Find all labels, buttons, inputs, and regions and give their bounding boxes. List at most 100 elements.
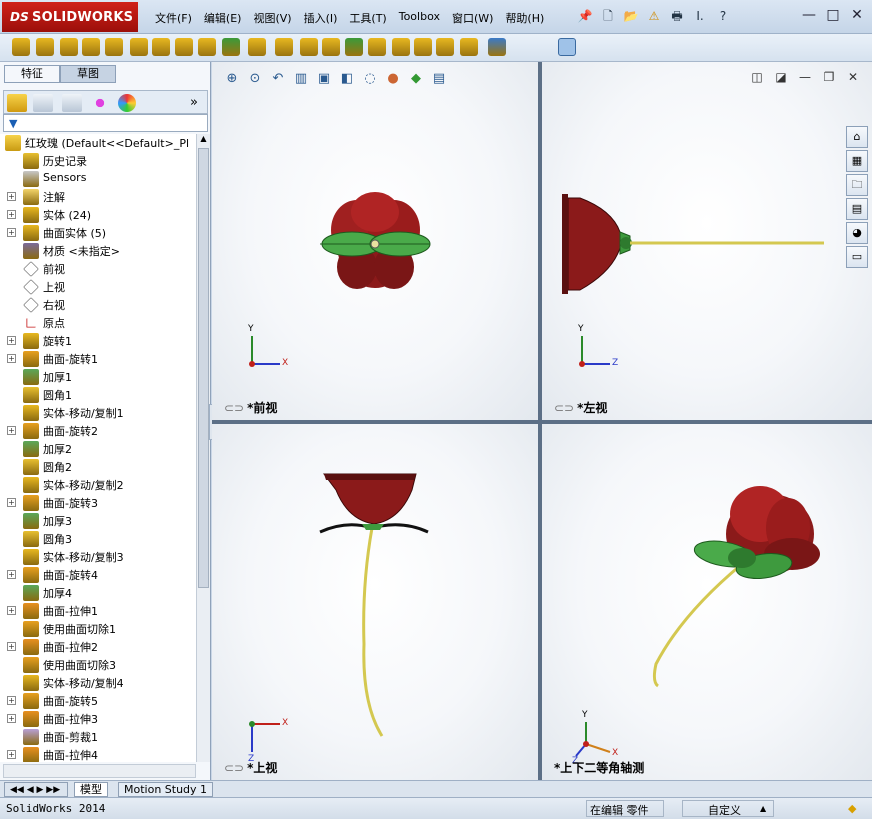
- tree-item[interactable]: + 曲面-拉伸2: [0, 638, 196, 656]
- viewport-link-icon[interactable]: ◪: [774, 70, 788, 84]
- tree-item[interactable]: 加厚1: [0, 368, 196, 386]
- curves-icon[interactable]: [436, 38, 454, 56]
- tree-item[interactable]: + 曲面-旋转1: [0, 350, 196, 368]
- tab-motion-study[interactable]: Motion Study 1: [118, 782, 214, 797]
- appearances-icon[interactable]: ◕: [846, 222, 868, 244]
- menu-help[interactable]: 帮助(H): [500, 8, 549, 28]
- tree-item[interactable]: 历史记录: [0, 152, 196, 170]
- tree-item[interactable]: + 曲面-拉伸4: [0, 746, 196, 762]
- pin-icon[interactable]: 📌: [575, 6, 595, 26]
- expand-icon[interactable]: +: [7, 210, 16, 219]
- print-icon[interactable]: 🖶: [667, 6, 687, 26]
- tree-item[interactable]: 实体-移动/复制1: [0, 404, 196, 422]
- view-orientation-icon[interactable]: ▣: [314, 70, 334, 88]
- property-manager-icon[interactable]: [33, 94, 53, 112]
- tree-root[interactable]: 红玫瑰 (Default<<Default>_Pl: [0, 134, 196, 152]
- chevron-right-icon[interactable]: »: [190, 94, 210, 112]
- section-view-icon[interactable]: ▥: [291, 70, 311, 88]
- hide-show-items-icon[interactable]: ◌: [360, 70, 380, 88]
- tree-vertical-scrollbar[interactable]: ▲: [196, 134, 210, 762]
- filter-input[interactable]: ▼: [3, 114, 208, 132]
- menu-view[interactable]: 视图(V): [248, 8, 296, 28]
- tree-item[interactable]: 实体-移动/复制4: [0, 674, 196, 692]
- mirror-icon[interactable]: [392, 38, 410, 56]
- expand-icon[interactable]: +: [7, 228, 16, 237]
- tab-features[interactable]: 特征: [4, 65, 60, 83]
- scroll-up-icon[interactable]: ▲: [197, 134, 210, 146]
- lofted-boss-icon[interactable]: [82, 38, 100, 56]
- viewport-isometric[interactable]: Y X Z *上下二等角轴测: [542, 424, 872, 780]
- tree-item[interactable]: 实体-移动/复制2: [0, 476, 196, 494]
- reference-geometry-icon[interactable]: [414, 38, 432, 56]
- viewport-restore-icon[interactable]: ❐: [822, 70, 836, 84]
- configuration-manager-icon[interactable]: [62, 94, 82, 112]
- tree-item[interactable]: 圆角3: [0, 530, 196, 548]
- expand-icon[interactable]: +: [7, 426, 16, 435]
- dimxpert-icon[interactable]: [90, 94, 110, 112]
- expand-icon[interactable]: +: [7, 642, 16, 651]
- edit-appearance-icon[interactable]: ●: [383, 70, 403, 88]
- boundary-boss-icon[interactable]: [105, 38, 123, 56]
- expand-icon[interactable]: +: [7, 336, 16, 345]
- tree-item[interactable]: 上视: [0, 278, 196, 296]
- swept-boss-icon[interactable]: [60, 38, 78, 56]
- tree-item[interactable]: + 曲面-旋转2: [0, 422, 196, 440]
- menu-insert[interactable]: 插入(I): [299, 8, 343, 28]
- zoom-to-area-icon[interactable]: ⊙: [245, 70, 265, 88]
- tree-item[interactable]: + 实体 (24): [0, 206, 196, 224]
- expand-icon[interactable]: +: [7, 750, 16, 759]
- viewport-left[interactable]: Y Z ⊂⊃ *左视: [542, 62, 872, 420]
- expand-icon[interactable]: +: [7, 498, 16, 507]
- tab-model[interactable]: 模型: [74, 782, 108, 797]
- viewport-top[interactable]: X Z ⊂⊃ *上视: [212, 424, 538, 780]
- tree-item[interactable]: 右视: [0, 296, 196, 314]
- rib-icon[interactable]: [275, 38, 293, 56]
- help-icon[interactable]: ?: [713, 6, 733, 26]
- lofted-cut-icon[interactable]: [198, 38, 216, 56]
- scroll-tabs-icon[interactable]: ◀◀ ◀ ▶ ▶▶: [4, 782, 68, 797]
- viewport-front[interactable]: Y X ⊂⊃ *前视: [212, 62, 538, 420]
- menu-file[interactable]: 文件(F): [150, 8, 197, 28]
- menu-toolbox[interactable]: Toolbox: [394, 8, 445, 28]
- tree-item[interactable]: + 曲面-拉伸3: [0, 710, 196, 728]
- zoom-to-fit-icon[interactable]: ⊕: [222, 70, 242, 88]
- tree-item[interactable]: 加厚3: [0, 512, 196, 530]
- tree-item[interactable]: 圆角1: [0, 386, 196, 404]
- viewport-close-icon[interactable]: ✕: [846, 70, 860, 84]
- expand-icon[interactable]: +: [7, 714, 16, 723]
- units-arrow-icon[interactable]: ▲: [760, 804, 766, 813]
- tree-item[interactable]: 原点: [0, 314, 196, 332]
- expand-icon[interactable]: +: [7, 192, 16, 201]
- units-selector[interactable]: 自定义: [708, 802, 741, 818]
- expand-icon[interactable]: +: [7, 354, 16, 363]
- display-style-icon[interactable]: ◧: [337, 70, 357, 88]
- expand-icon[interactable]: +: [7, 606, 16, 615]
- tab-sketch[interactable]: 草图: [60, 65, 116, 83]
- minimize-button[interactable]: —: [800, 6, 818, 24]
- tree-item[interactable]: + 曲面-旋转5: [0, 692, 196, 710]
- sketch-mode-icon[interactable]: [558, 38, 576, 56]
- revolved-cut-icon[interactable]: [152, 38, 170, 56]
- tree-item[interactable]: Sensors: [0, 170, 196, 188]
- rebuild-warning-icon[interactable]: ⚠: [644, 6, 664, 26]
- instant3d-icon[interactable]: [460, 38, 478, 56]
- expand-icon[interactable]: +: [7, 570, 16, 579]
- close-button[interactable]: ✕: [848, 6, 866, 24]
- expand-icon[interactable]: +: [7, 696, 16, 705]
- apply-scene-icon[interactable]: ◆: [406, 70, 426, 88]
- tree-item[interactable]: 使用曲面切除3: [0, 656, 196, 674]
- menu-edit[interactable]: 编辑(E): [199, 8, 247, 28]
- tree-item[interactable]: 加厚2: [0, 440, 196, 458]
- extruded-cut-icon[interactable]: [130, 38, 148, 56]
- tree-item[interactable]: 前视: [0, 260, 196, 278]
- open-icon[interactable]: 📂: [621, 6, 641, 26]
- sketch-toggle-icon[interactable]: [488, 38, 506, 56]
- tree-item[interactable]: + 注解: [0, 188, 196, 206]
- menu-window[interactable]: 窗口(W): [447, 8, 498, 28]
- tree-item[interactable]: + 旋转1: [0, 332, 196, 350]
- previous-view-icon[interactable]: ↶: [268, 70, 288, 88]
- maximize-button[interactable]: □: [824, 6, 842, 24]
- tree-item[interactable]: + 曲面实体 (5): [0, 224, 196, 242]
- menu-tools[interactable]: 工具(T): [344, 8, 391, 28]
- design-library-icon[interactable]: ▦: [846, 150, 868, 172]
